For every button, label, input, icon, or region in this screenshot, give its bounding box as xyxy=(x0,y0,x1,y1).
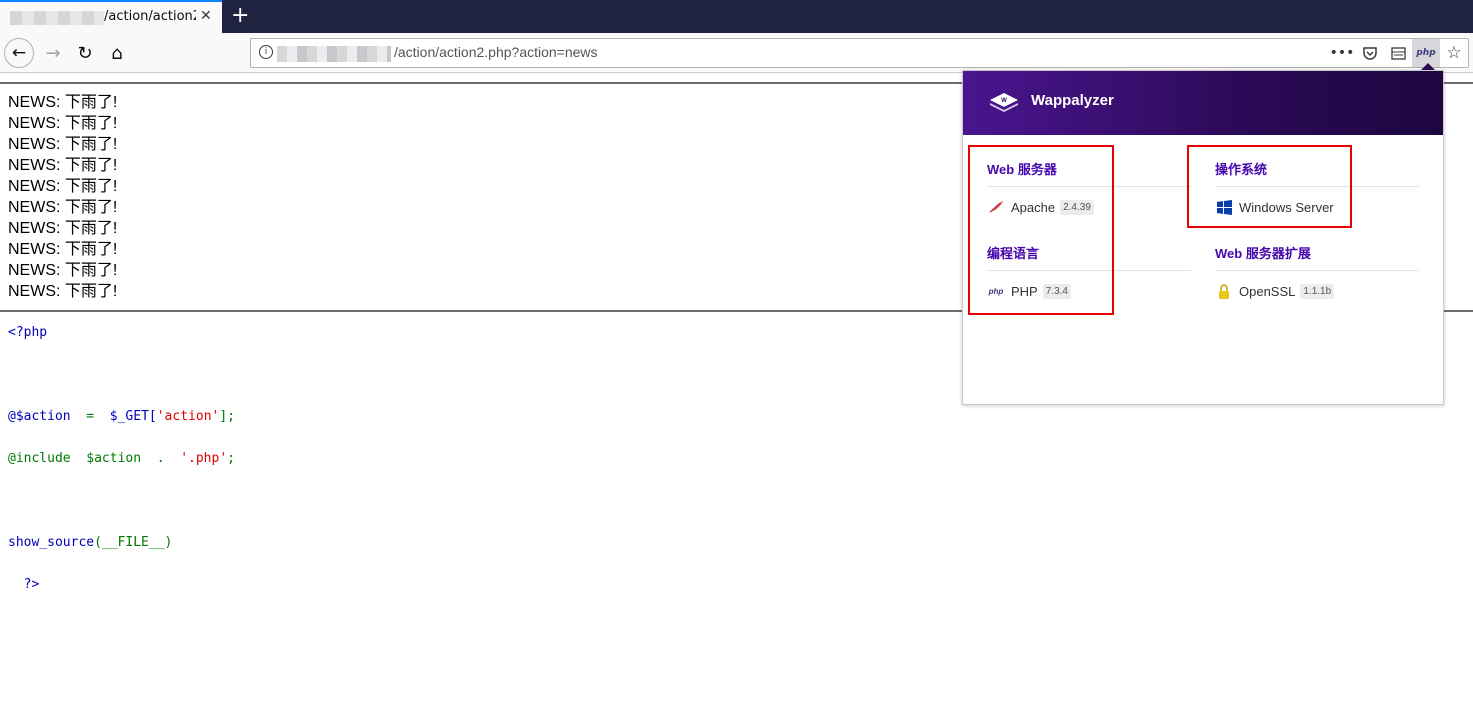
reload-icon[interactable]: ↻ xyxy=(70,38,100,68)
highlight-box-server-language xyxy=(968,145,1114,315)
info-icon[interactable]: i xyxy=(259,45,273,59)
popup-header: W Wappalyzer xyxy=(963,71,1443,135)
code-token: ]; xyxy=(219,409,236,424)
pocket-icon[interactable] xyxy=(1356,39,1384,67)
navigation-toolbar: ← → ↻ ⌂ i /action/action2.php?action=new… xyxy=(0,33,1473,73)
url-host-redacted xyxy=(277,46,391,62)
url-bar[interactable]: i /action/action2.php?action=news ••• ph… xyxy=(250,38,1469,68)
tab-title: /action/action2.p xyxy=(104,9,196,24)
news-list: NEWS: 下雨了! NEWS: 下雨了! NEWS: 下雨了! NEWS: 下… xyxy=(8,92,117,302)
forward-icon[interactable]: → xyxy=(38,38,68,68)
code-token: 'action' xyxy=(156,409,220,424)
news-line: NEWS: 下雨了! xyxy=(8,220,118,237)
code-token: '.php' xyxy=(180,451,228,466)
highlight-box-os xyxy=(1187,145,1352,228)
version-badge: 1.1.1b xyxy=(1300,283,1335,299)
source-code: <?php @$action = $_GET['action']; @inclu… xyxy=(8,322,235,595)
code-token: $_GET[ xyxy=(109,409,157,424)
news-line: NEWS: 下雨了! xyxy=(8,94,118,111)
home-icon[interactable]: ⌂ xyxy=(102,38,132,68)
news-line: NEWS: 下雨了! xyxy=(8,136,118,153)
code-token: (__FILE__) xyxy=(94,535,173,550)
code-line-3: show_source(__FILE__) xyxy=(8,532,235,553)
back-icon[interactable]: ← xyxy=(4,38,34,68)
reader-icon[interactable] xyxy=(1384,39,1412,67)
php-open-tag: <?php xyxy=(8,325,48,340)
news-line: NEWS: 下雨了! xyxy=(8,241,118,258)
code-token: ; xyxy=(227,451,235,466)
news-line: NEWS: 下雨了! xyxy=(8,115,118,132)
code-token: show_source xyxy=(8,535,95,550)
code-token: @include $action . xyxy=(8,451,181,466)
category-title: Web 服务器扩展 xyxy=(1215,243,1419,271)
news-line: NEWS: 下雨了! xyxy=(8,157,118,174)
wappalyzer-logo-icon: W xyxy=(990,93,1018,112)
news-line: NEWS: 下雨了! xyxy=(8,283,118,300)
tech-name: OpenSSL xyxy=(1239,283,1296,299)
tab-title-redacted xyxy=(10,11,104,25)
url-path[interactable]: /action/action2.php?action=news xyxy=(394,44,598,60)
star-icon[interactable]: ☆ xyxy=(1440,39,1468,67)
code-line-2: @include $action . '.php'; xyxy=(8,448,235,469)
news-line: NEWS: 下雨了! xyxy=(8,199,118,216)
svg-text:W: W xyxy=(1001,98,1007,104)
tech-openssl[interactable]: OpenSSL 1.1.1b xyxy=(1215,283,1419,299)
url-actions: ••• php ☆ xyxy=(1328,39,1468,67)
news-line: NEWS: 下雨了! xyxy=(8,262,118,279)
news-line: NEWS: 下雨了! xyxy=(8,178,118,195)
more-icon[interactable]: ••• xyxy=(1328,39,1356,67)
code-token: @$action xyxy=(8,409,71,424)
plus-icon[interactable]: + xyxy=(231,3,249,29)
php-close-tag: ?> xyxy=(8,577,40,592)
lock-icon xyxy=(1215,283,1233,299)
browser-tab[interactable]: /action/action2.p ✕ xyxy=(0,0,222,33)
close-icon[interactable]: ✕ xyxy=(200,8,212,24)
category-server-extension: Web 服务器扩展 OpenSSL 1.1.1b xyxy=(1215,243,1419,299)
code-token: = xyxy=(70,409,110,424)
brand-name: Wappalyzer xyxy=(1031,92,1114,109)
code-line-1: @$action = $_GET['action']; xyxy=(8,406,235,427)
tab-strip: /action/action2.p ✕ + xyxy=(0,0,1473,33)
